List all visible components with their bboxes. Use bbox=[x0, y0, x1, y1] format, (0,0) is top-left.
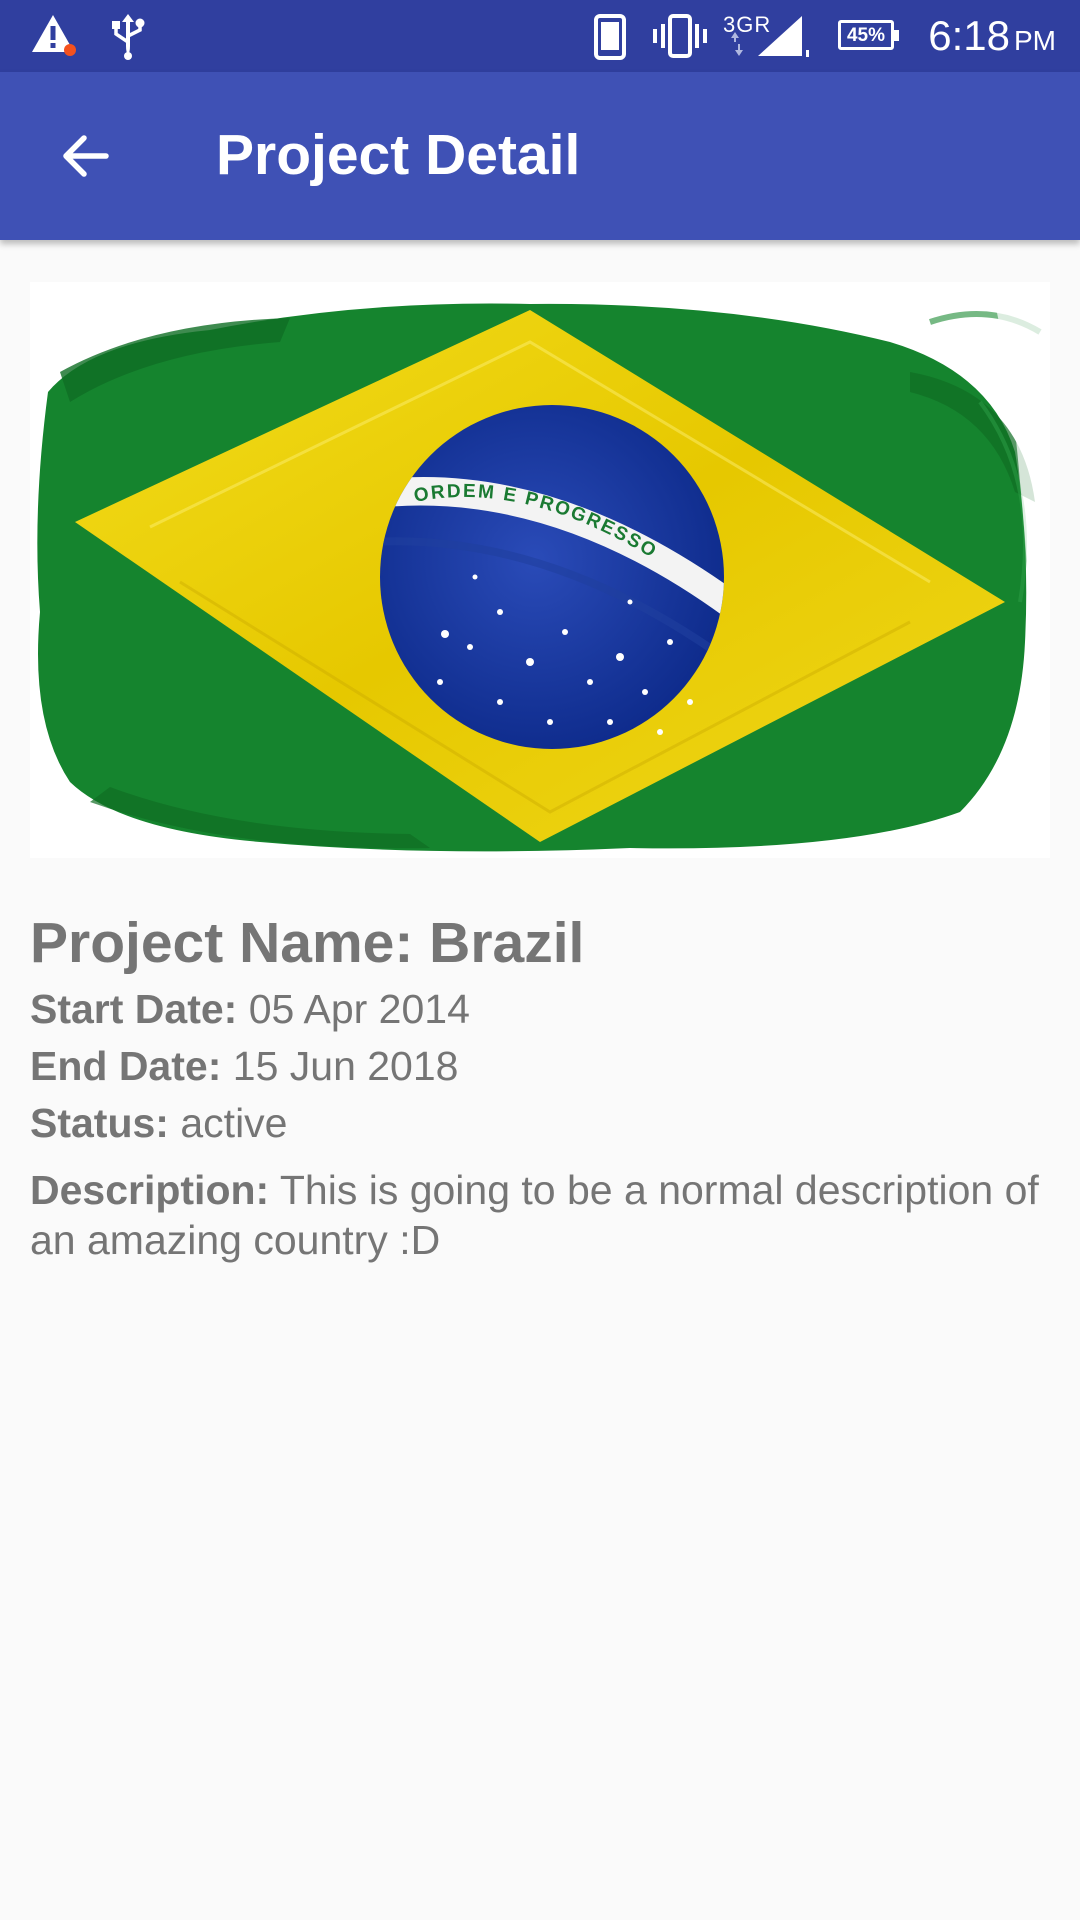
description-label: Description: bbox=[30, 1167, 270, 1213]
end-date-label: End Date: bbox=[30, 1043, 222, 1089]
project-image: ORDEM E PROGRESSO bbox=[30, 282, 1050, 858]
status-bar: 3GR 45% 6:18 PM bbox=[0, 0, 1080, 72]
project-details: Project Name: Brazil Start Date: 05 Apr … bbox=[30, 905, 1050, 1265]
project-name: Project Name: Brazil bbox=[30, 905, 1050, 981]
back-button[interactable] bbox=[40, 112, 128, 200]
phone-icon bbox=[594, 14, 626, 65]
end-date-value: 15 Jun 2018 bbox=[232, 1043, 459, 1089]
status-label: Status: bbox=[30, 1100, 169, 1146]
signal-icon bbox=[720, 12, 816, 65]
usb-icon bbox=[108, 12, 148, 65]
page-title: Project Detail bbox=[216, 123, 581, 187]
clock-time: 6:18 bbox=[928, 12, 1010, 59]
project-name-label: Project Name: bbox=[30, 911, 414, 975]
start-date-label: Start Date: bbox=[30, 986, 238, 1032]
status-row: Status: active bbox=[30, 1095, 1050, 1152]
end-date-row: End Date: 15 Jun 2018 bbox=[30, 1038, 1050, 1095]
battery-icon: 45% bbox=[838, 20, 899, 50]
arrow-back-icon bbox=[63, 135, 109, 177]
project-name-value: Brazil bbox=[429, 911, 585, 975]
status-value: active bbox=[180, 1100, 288, 1146]
status-time: 6:18 PM bbox=[928, 10, 1056, 67]
clock-ampm: PM bbox=[1014, 25, 1056, 56]
start-date-value: 05 Apr 2014 bbox=[248, 986, 470, 1032]
app-bar: Project Detail bbox=[0, 72, 1080, 240]
vibrate-icon bbox=[652, 14, 708, 63]
description-row: Description: This is going to be a norma… bbox=[30, 1165, 1050, 1265]
brazil-flag-image: ORDEM E PROGRESSO bbox=[30, 282, 1050, 858]
warning-icon bbox=[30, 12, 76, 63]
start-date-row: Start Date: 05 Apr 2014 bbox=[30, 981, 1050, 1038]
